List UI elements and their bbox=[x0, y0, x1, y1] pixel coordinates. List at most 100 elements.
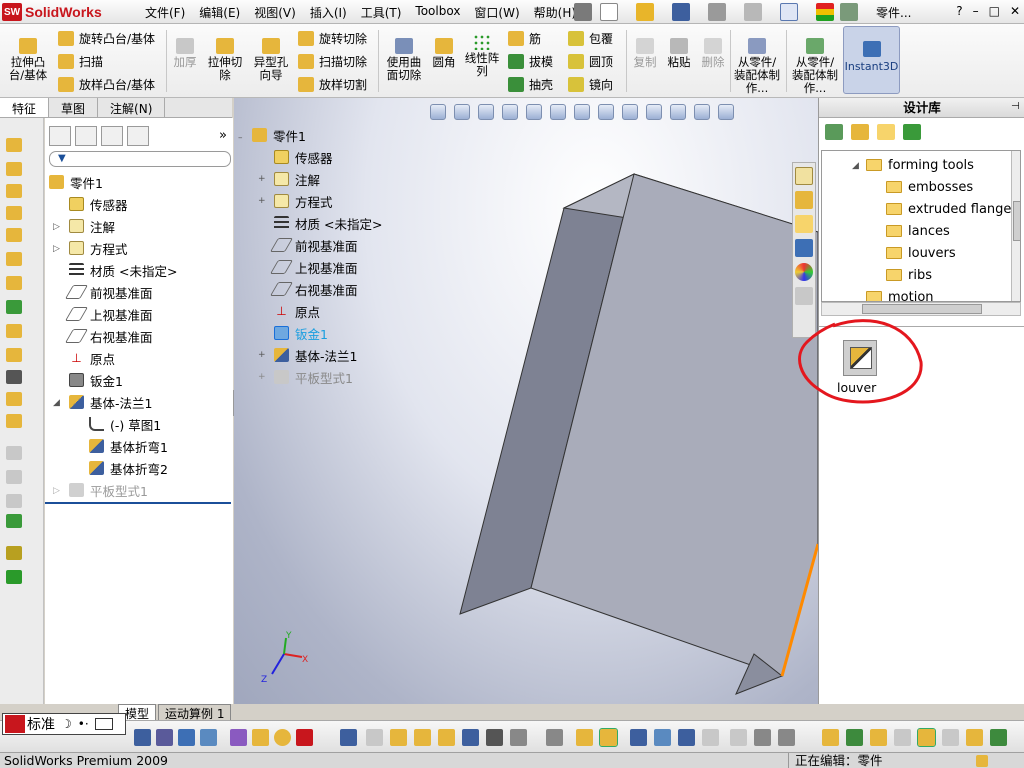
tree-filter-input[interactable]: ▼ bbox=[49, 151, 231, 167]
property-manager-tab-icon[interactable] bbox=[75, 126, 97, 146]
tree-item-front-plane[interactable]: 前视基准面 bbox=[64, 281, 153, 303]
toolbar-icon[interactable] bbox=[230, 729, 247, 746]
toolbar-icon[interactable] bbox=[134, 729, 151, 746]
wrap-button[interactable]: 包覆 bbox=[568, 28, 613, 48]
home-icon[interactable] bbox=[795, 167, 813, 185]
shell-button[interactable]: 抽壳 bbox=[508, 74, 553, 94]
base-flange-icon[interactable] bbox=[6, 138, 22, 152]
ime-logo-icon[interactable] bbox=[5, 715, 25, 733]
tree-item-annotations[interactable]: 注解 bbox=[69, 215, 115, 237]
toolbar-icon[interactable] bbox=[200, 729, 217, 746]
swept-cut-button[interactable]: 扫描切除 bbox=[298, 51, 367, 71]
toolbar-icon[interactable] bbox=[414, 729, 431, 746]
menu-tools[interactable]: 工具(T) bbox=[354, 4, 409, 21]
toolbar-icon[interactable] bbox=[730, 729, 747, 746]
solidworks-logo[interactable]: SW SolidWorks bbox=[2, 2, 114, 22]
toolbar-icon[interactable] bbox=[894, 729, 911, 746]
forming-tool-icon[interactable] bbox=[6, 392, 22, 406]
appearances-icon[interactable] bbox=[795, 263, 813, 281]
sketched-bend-icon[interactable] bbox=[6, 276, 22, 290]
help-button[interactable]: ? bbox=[956, 4, 962, 18]
flatten-icon[interactable] bbox=[6, 494, 22, 508]
menu-file[interactable]: 文件(F) bbox=[138, 4, 192, 21]
options-icon[interactable] bbox=[840, 3, 858, 21]
fold-icon[interactable] bbox=[6, 470, 22, 484]
lofted-bend-icon[interactable] bbox=[6, 570, 22, 584]
refresh-icon[interactable] bbox=[903, 124, 921, 140]
toolbar-icon[interactable] bbox=[340, 729, 357, 746]
break-corner-icon[interactable] bbox=[6, 370, 22, 384]
toolbar-icon[interactable] bbox=[917, 728, 936, 747]
tab-annotation[interactable]: 注解(N) bbox=[98, 98, 166, 117]
toolbar-icon[interactable] bbox=[870, 729, 887, 746]
mirror-button[interactable]: 镜向 bbox=[568, 74, 613, 94]
folder-ribs[interactable]: ribs bbox=[886, 265, 932, 285]
toolbar-icon[interactable] bbox=[778, 729, 795, 746]
tab-sketch[interactable]: 草图 bbox=[49, 98, 99, 117]
ime-moon-icon[interactable]: ☽ bbox=[61, 717, 72, 731]
menu-view[interactable]: 视图(V) bbox=[247, 4, 303, 21]
rollback-bar[interactable] bbox=[45, 502, 231, 504]
maximize-button[interactable]: □ bbox=[989, 4, 1000, 18]
toolbar-icon[interactable] bbox=[438, 729, 455, 746]
folder-lances[interactable]: lances bbox=[886, 221, 950, 241]
toolbar-icon[interactable] bbox=[178, 729, 195, 746]
open-folder-icon[interactable] bbox=[636, 3, 654, 21]
toolbar-icon[interactable] bbox=[462, 729, 479, 746]
custom-properties-icon[interactable] bbox=[795, 287, 813, 305]
dimxpert-tab-icon[interactable] bbox=[127, 126, 149, 146]
toolbar-icon[interactable] bbox=[654, 729, 671, 746]
tree-item-sketch1[interactable]: (-) 草图1 bbox=[89, 413, 161, 435]
folder-louvers[interactable]: louvers bbox=[886, 243, 956, 263]
design-library-icon[interactable] bbox=[795, 191, 813, 209]
tree-item-base-bend1[interactable]: 基体折弯1 bbox=[89, 435, 168, 457]
tree-item-material[interactable]: 材质 <未指定> bbox=[69, 259, 177, 281]
pin-icon[interactable] bbox=[574, 3, 592, 21]
copy-button[interactable]: 复制 bbox=[630, 38, 660, 69]
tree-item-right-plane[interactable]: 右视基准面 bbox=[64, 325, 153, 347]
select-cursor-icon[interactable] bbox=[780, 3, 798, 21]
make-drawing-from-part-button[interactable]: 从零件/装配体制作... bbox=[792, 38, 838, 95]
tree-item-equations[interactable]: 方程式 bbox=[69, 237, 128, 259]
cross-break-icon[interactable] bbox=[6, 300, 22, 314]
vertical-scrollbar[interactable] bbox=[1011, 151, 1020, 301]
vent-icon[interactable] bbox=[6, 414, 22, 428]
expand-arrow-icon[interactable]: ▷ bbox=[53, 244, 60, 254]
hem-icon[interactable] bbox=[6, 228, 22, 242]
paste-button[interactable]: 粘贴 bbox=[664, 38, 694, 69]
instant3d-button[interactable]: Instant3D bbox=[843, 26, 900, 94]
miter-flange-icon[interactable] bbox=[6, 206, 22, 220]
tree-item-base-flange1[interactable]: 基体-法兰1 bbox=[69, 391, 152, 413]
dome-button[interactable]: 圆顶 bbox=[568, 51, 613, 71]
surface-cut-button[interactable]: 使用曲面切除 bbox=[382, 38, 426, 82]
rebuild-traffic-light-icon[interactable] bbox=[816, 3, 834, 21]
add-file-location-icon[interactable] bbox=[851, 124, 869, 140]
tree-item-sheet-metal1[interactable]: 钣金1 bbox=[69, 369, 123, 391]
toolbar-icon[interactable] bbox=[966, 729, 983, 746]
lofted-cut-button[interactable]: 放样切割 bbox=[298, 74, 367, 94]
toolbar-icon[interactable] bbox=[486, 729, 503, 746]
tree-item-part1[interactable]: 零件1 bbox=[49, 171, 103, 193]
feature-manager-tab-icon[interactable] bbox=[49, 126, 71, 146]
tree-item-sensors[interactable]: 传感器 bbox=[69, 193, 128, 215]
thicken-button[interactable]: 加厚 bbox=[170, 38, 200, 69]
closed-corner-icon[interactable] bbox=[6, 324, 22, 338]
fillet-button[interactable]: 圆角 bbox=[430, 38, 458, 69]
collapse-arrow-icon[interactable]: ◢ bbox=[852, 161, 859, 171]
revolve-cut-button[interactable]: 旋转切除 bbox=[298, 28, 367, 48]
toolbar-icon[interactable] bbox=[390, 729, 407, 746]
create-new-folder-icon[interactable] bbox=[877, 124, 895, 140]
tree-item-origin[interactable]: ⊥ 原点 bbox=[69, 347, 115, 369]
new-document-icon[interactable] bbox=[600, 3, 618, 21]
tree-item-top-plane[interactable]: 上视基准面 bbox=[64, 303, 153, 325]
hole-wizard-button[interactable]: 异型孔向导 bbox=[250, 38, 292, 82]
edge-flange-icon[interactable] bbox=[6, 184, 22, 198]
menu-toolbox[interactable]: Toolbox bbox=[408, 4, 467, 21]
toolbar-icon[interactable] bbox=[510, 729, 527, 746]
toolbar-icon[interactable] bbox=[252, 729, 269, 746]
print-icon[interactable] bbox=[708, 3, 726, 21]
toolbar-icon[interactable] bbox=[822, 729, 839, 746]
undo-icon[interactable] bbox=[744, 3, 762, 21]
make-from-part-button[interactable]: 从零件/装配体制作... bbox=[734, 38, 780, 95]
toolbar-icon[interactable] bbox=[678, 729, 695, 746]
